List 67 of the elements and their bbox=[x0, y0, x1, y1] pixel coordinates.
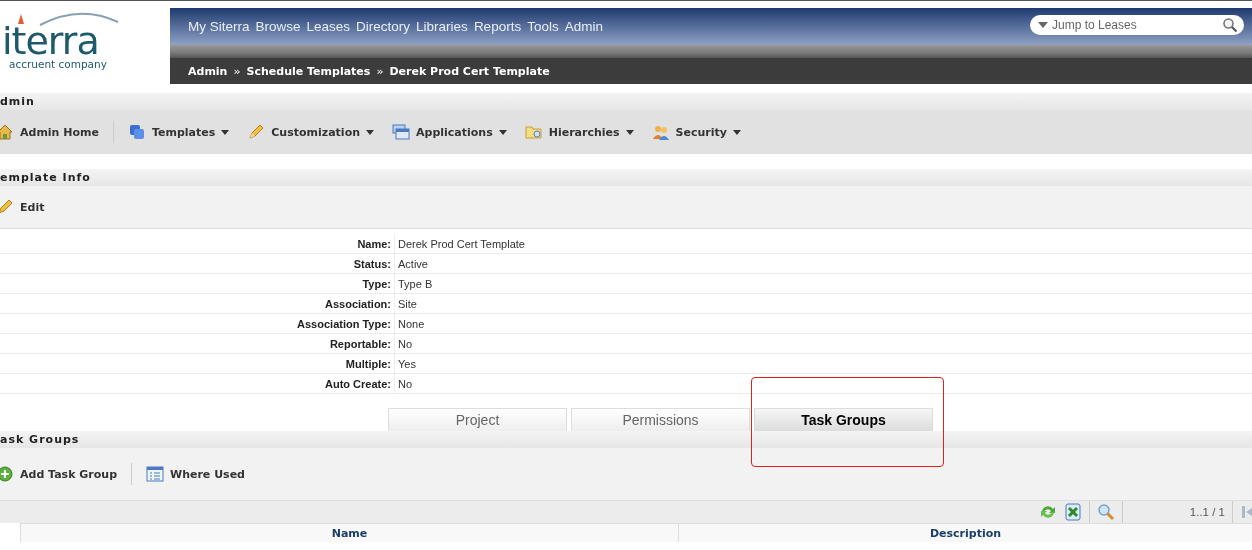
field-label: Association: bbox=[0, 294, 395, 313]
toolbar-menu-button[interactable]: Applications bbox=[388, 121, 511, 143]
toolbar-menu-button[interactable]: Hierarchies bbox=[520, 121, 638, 143]
breadcrumb-link[interactable]: Schedule Templates bbox=[246, 64, 371, 78]
add-button[interactable]: Add Task Group bbox=[0, 463, 121, 485]
caret-icon[interactable] bbox=[221, 129, 230, 135]
field-label: Name: bbox=[0, 234, 395, 253]
field-value: Yes bbox=[397, 357, 416, 370]
spreadsheet-icon[interactable] bbox=[1063, 503, 1082, 521]
nav-link[interactable]: Reports bbox=[473, 19, 522, 34]
folder-magnifier-icon[interactable] bbox=[524, 123, 543, 141]
caret-icon[interactable] bbox=[366, 129, 375, 135]
field-value: Site bbox=[397, 297, 417, 310]
logo-wordmark: iterra bbox=[2, 26, 99, 56]
field-label: Association Type: bbox=[0, 314, 395, 333]
section-title: emplate Info bbox=[0, 171, 91, 184]
search-icon[interactable] bbox=[1222, 16, 1238, 33]
logo-tagline: accruent company bbox=[9, 58, 108, 70]
house-icon[interactable] bbox=[0, 123, 14, 141]
caret-icon[interactable] bbox=[498, 129, 507, 135]
field-label: Status: bbox=[0, 254, 395, 273]
field-value: None bbox=[397, 317, 425, 330]
field-value: No bbox=[397, 377, 413, 390]
jump-search-field[interactable]: Jump to Leases bbox=[1030, 14, 1244, 35]
edit-button[interactable]: Edit bbox=[0, 196, 49, 218]
pencil-icon[interactable] bbox=[0, 198, 14, 216]
breadcrumb-link[interactable]: Admin bbox=[188, 64, 228, 78]
toolbar-menu-button[interactable]: Security bbox=[647, 121, 745, 143]
list-icon[interactable] bbox=[146, 465, 164, 483]
tab[interactable]: Project bbox=[388, 408, 567, 431]
refresh-icon[interactable] bbox=[1038, 503, 1057, 521]
field-value: Derek Prod Cert Template bbox=[397, 237, 525, 250]
nav-link[interactable]: Libraries bbox=[416, 19, 468, 34]
windows-icon[interactable] bbox=[392, 123, 411, 141]
tab[interactable]: Task Groups bbox=[754, 408, 933, 431]
field-label: Auto Create: bbox=[0, 374, 395, 393]
people-icon[interactable] bbox=[651, 123, 670, 141]
field-label: Type: bbox=[0, 274, 395, 293]
section-title: dmin bbox=[0, 95, 35, 108]
nav-link[interactable]: Browse bbox=[255, 19, 301, 34]
nav-link[interactable]: My Siterra bbox=[188, 19, 250, 34]
nav-link[interactable]: Admin bbox=[564, 19, 603, 34]
caret-icon[interactable] bbox=[732, 129, 741, 135]
caret-icon[interactable] bbox=[625, 129, 634, 135]
nav-link[interactable]: Tools bbox=[527, 19, 559, 34]
breadcrumb-separator: » bbox=[233, 64, 241, 78]
where-used-button[interactable]: Where Used bbox=[142, 463, 249, 485]
field-label: Reportable: bbox=[0, 334, 395, 353]
field-value: Active bbox=[397, 257, 428, 270]
toolbar-menu-button[interactable]: Customization bbox=[243, 121, 379, 143]
field-value: No bbox=[397, 337, 413, 350]
breadcrumb-link[interactable]: Derek Prod Cert Template bbox=[389, 64, 550, 78]
column-header[interactable]: Name bbox=[20, 524, 678, 542]
nav-link[interactable]: Directory bbox=[356, 19, 411, 34]
pencil-icon[interactable] bbox=[247, 123, 266, 141]
pager-text: 1..1 / 1 bbox=[1189, 506, 1225, 518]
field-label: Multiple: bbox=[0, 354, 395, 373]
caret-icon[interactable] bbox=[1038, 21, 1048, 28]
stacked-squares-icon[interactable] bbox=[127, 123, 146, 141]
section-title: ask Groups bbox=[0, 433, 80, 446]
breadcrumb-separator: » bbox=[376, 64, 384, 78]
nav-link[interactable]: Leases bbox=[306, 19, 351, 34]
toolbar-menu-button[interactable]: Admin Home bbox=[0, 121, 103, 143]
column-header[interactable]: Description bbox=[678, 524, 1252, 542]
toolbar-menu-button[interactable]: Templates bbox=[123, 121, 234, 143]
field-value: Type B bbox=[397, 277, 433, 290]
tab[interactable]: Permissions bbox=[571, 408, 750, 431]
